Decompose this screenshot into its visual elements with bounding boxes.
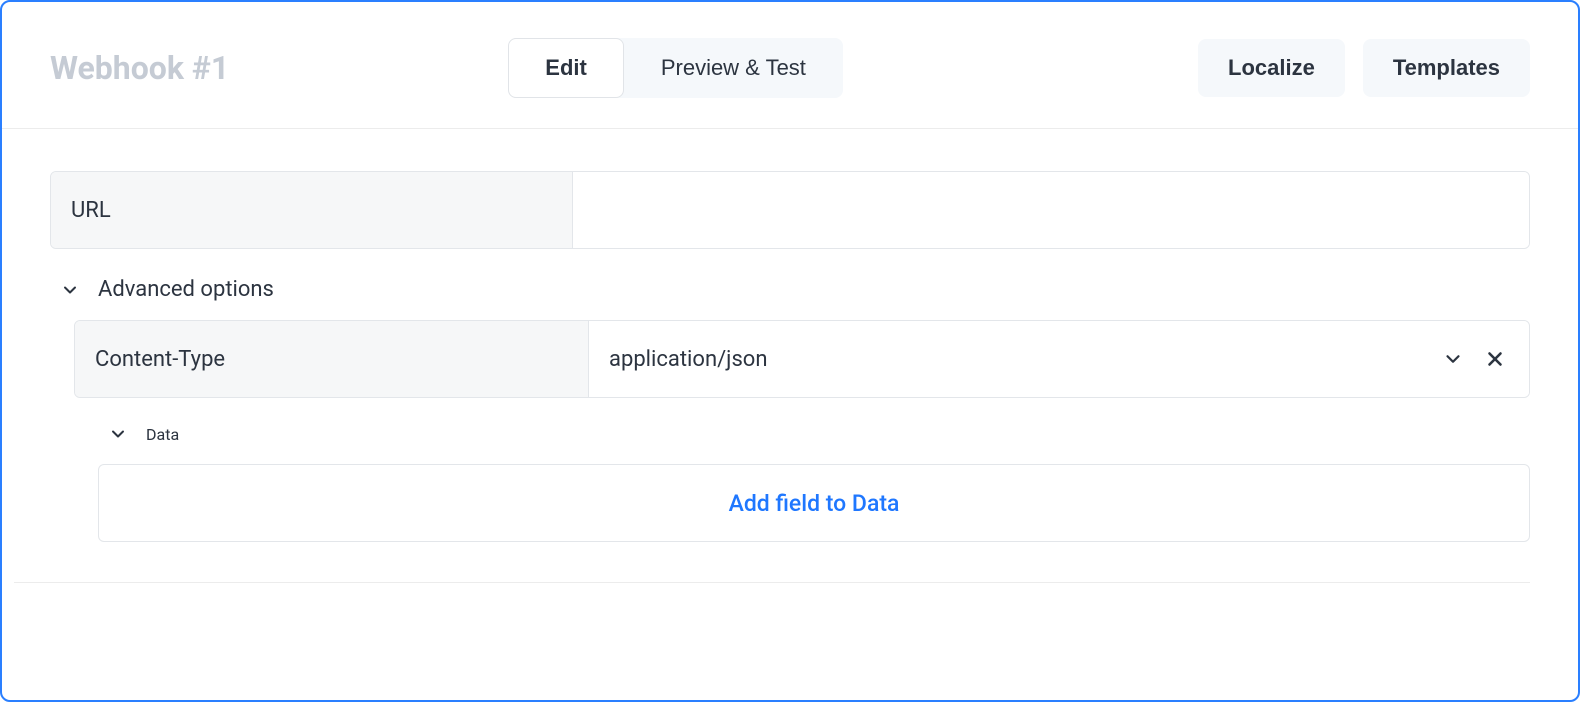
close-icon[interactable] (1481, 345, 1509, 373)
body: URL Advanced options Content-Type applic… (2, 129, 1578, 583)
tab-preview-test-label: Preview & Test (661, 55, 806, 80)
page-title: Webhook #1 (50, 49, 229, 87)
add-field-to-data-button[interactable]: Add field to Data (98, 464, 1530, 542)
header-actions: Localize Templates (1198, 39, 1530, 97)
section-divider (14, 582, 1530, 583)
tabs: Edit Preview & Test (508, 38, 843, 98)
content-type-label: Content-Type (75, 321, 589, 397)
advanced-options-label: Advanced options (98, 277, 274, 302)
url-field-row: URL (50, 171, 1530, 249)
data-toggle[interactable]: Data (74, 398, 1530, 464)
url-input[interactable] (593, 172, 1509, 248)
url-field-value-wrap (573, 172, 1529, 248)
chevron-down-icon (108, 424, 128, 444)
header: Webhook #1 Edit Preview & Test Localize … (2, 2, 1578, 129)
advanced-options-toggle[interactable]: Advanced options (50, 249, 1530, 320)
templates-button[interactable]: Templates (1363, 39, 1530, 97)
add-field-to-data-label: Add field to Data (729, 490, 900, 517)
chevron-down-icon (60, 280, 80, 300)
content-type-row: Content-Type application/json (74, 320, 1530, 398)
chevron-down-icon (1439, 345, 1467, 373)
url-field-label: URL (51, 172, 573, 248)
content-type-value: application/json (609, 347, 1425, 372)
localize-button[interactable]: Localize (1198, 39, 1345, 97)
data-section-label: Data (146, 425, 179, 444)
templates-button-label: Templates (1393, 55, 1500, 80)
tab-preview-test[interactable]: Preview & Test (624, 38, 843, 98)
tab-edit[interactable]: Edit (508, 38, 624, 98)
localize-button-label: Localize (1228, 55, 1315, 80)
tab-edit-label: Edit (545, 55, 587, 80)
webhook-editor-panel: Webhook #1 Edit Preview & Test Localize … (0, 0, 1580, 702)
content-type-select[interactable]: application/json (589, 321, 1529, 397)
